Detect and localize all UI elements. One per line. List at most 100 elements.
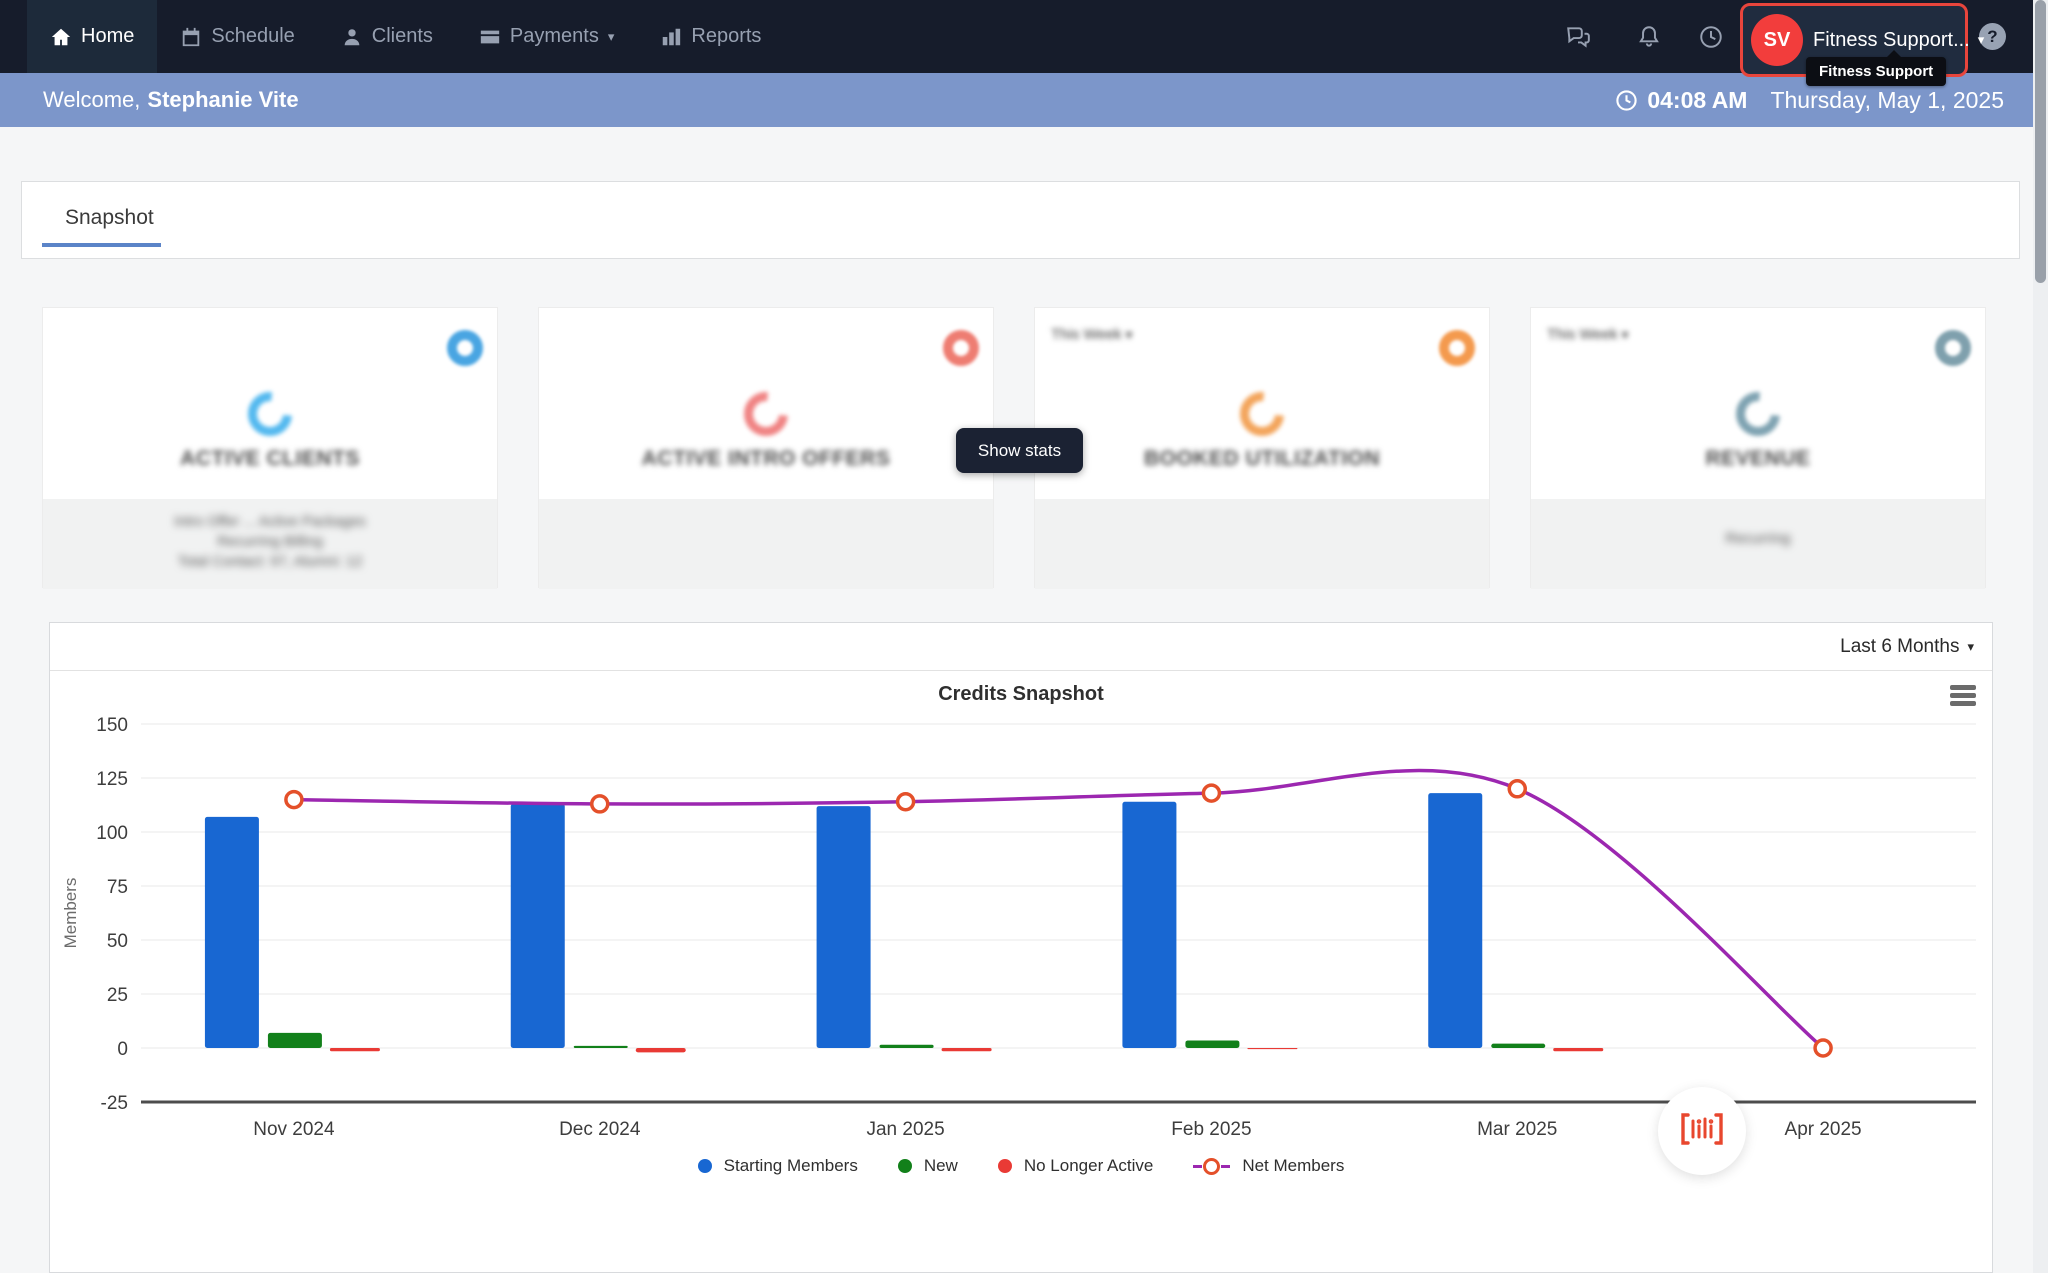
legend-label: No Longer Active	[1024, 1156, 1153, 1176]
bar-no-longer-active[interactable]	[636, 1048, 686, 1052]
bar-starting-members[interactable]	[817, 806, 871, 1048]
tab-strip: Snapshot	[21, 181, 2020, 259]
x-tick-label: Apr 2025	[1785, 1119, 1862, 1140]
loading-ring-icon	[1231, 383, 1293, 445]
active-tab-underline	[42, 243, 161, 247]
bar-new[interactable]	[268, 1033, 322, 1048]
card-footer: Intro Offer ... Active Packages Recurrin…	[43, 499, 497, 589]
top-nav-bar: Home Schedule Clients Payments ▾	[0, 0, 2048, 73]
nav-item-clients[interactable]: Clients	[318, 0, 456, 73]
current-date: Thursday, May 1, 2025	[1770, 87, 2004, 114]
card-title: REVENUE	[1531, 447, 1985, 471]
app-screen: Home Schedule Clients Payments ▾	[0, 0, 2048, 1273]
nav-item-payments[interactable]: Payments ▾	[456, 0, 637, 73]
nav-label: Home	[81, 25, 134, 48]
period-label: This Week	[1051, 326, 1122, 343]
y-tick-label: 125	[96, 769, 128, 790]
bar-new[interactable]	[574, 1046, 628, 1048]
legend-item-new[interactable]: New	[898, 1156, 958, 1176]
y-axis-label: Members	[61, 878, 80, 949]
bar-starting-members[interactable]	[205, 817, 259, 1048]
nav-label: Schedule	[211, 25, 294, 48]
loading-ring-icon	[735, 383, 797, 445]
main-nav: Home Schedule Clients Payments ▾	[27, 0, 784, 73]
nav-item-schedule[interactable]: Schedule	[157, 0, 317, 73]
tab-snapshot[interactable]: Snapshot	[65, 206, 154, 230]
period-select[interactable]: This Week ▾	[1051, 326, 1132, 343]
card-footer	[1035, 499, 1489, 589]
card-footer	[539, 499, 993, 589]
stat-card-active-clients[interactable]: ACTIVE CLIENTS Intro Offer ... Active Pa…	[42, 307, 498, 588]
x-tick-label: Dec 2024	[559, 1119, 641, 1140]
calendar-icon	[180, 26, 202, 48]
legend-label: Starting Members	[724, 1156, 858, 1176]
welcome-text: Welcome, Stephanie Vite	[43, 73, 299, 127]
legend-label: Net Members	[1242, 1156, 1344, 1176]
stat-card-active-intro-offers[interactable]: ACTIVE INTRO OFFERS	[538, 307, 994, 588]
period-label: This Week	[1547, 326, 1618, 343]
avatar[interactable]: SV	[1751, 14, 1803, 66]
net-members-marker[interactable]	[1509, 781, 1525, 797]
card-footer-line: Total Contact: 97, Alumni: 12	[43, 552, 497, 572]
loading-ring-icon	[239, 383, 301, 445]
legend-item-net-members[interactable]: Net Members	[1193, 1156, 1344, 1176]
loading-ring-icon	[1727, 383, 1789, 445]
user-menu-tooltip: Fitness Support	[1806, 57, 1946, 86]
bar-starting-members[interactable]	[1122, 802, 1176, 1048]
bar-no-longer-active[interactable]	[1553, 1048, 1603, 1051]
net-members-marker[interactable]	[1203, 785, 1219, 801]
y-tick-label: 100	[96, 823, 128, 844]
legend-dot-icon	[898, 1159, 912, 1173]
nav-label: Clients	[372, 25, 433, 48]
home-icon	[50, 26, 72, 48]
credits-snapshot-panel: Last 6 Months ▾ Credits Snapshot 1501251…	[49, 622, 1993, 1273]
bar-starting-members[interactable]	[1428, 793, 1482, 1048]
legend-item-no-longer-active[interactable]: No Longer Active	[998, 1156, 1153, 1176]
y-tick-label: 75	[107, 877, 128, 898]
brand-loading-badge	[1658, 1087, 1746, 1175]
bar-new[interactable]	[1491, 1044, 1545, 1048]
stat-card-booked-utilization[interactable]: This Week ▾ BOOKED UTILIZATION	[1034, 307, 1490, 588]
chat-icon[interactable]	[1565, 24, 1591, 50]
y-tick-label: -25	[101, 1093, 128, 1114]
show-stats-button[interactable]: Show stats	[956, 428, 1083, 473]
card-footer-line: Recurring Billing	[43, 532, 497, 552]
stat-card-revenue[interactable]: This Week ▾ REVENUE Recurring	[1530, 307, 1986, 588]
bar-new[interactable]	[1185, 1040, 1239, 1048]
legend-item-starting-members[interactable]: Starting Members	[698, 1156, 858, 1176]
net-members-marker[interactable]	[1815, 1040, 1831, 1056]
welcome-bar: Welcome, Stephanie Vite 04:08 AM Thursda…	[0, 73, 2048, 127]
vertical-scrollbar-thumb[interactable]	[2035, 0, 2046, 283]
chevron-down-icon: ▾	[1126, 327, 1133, 342]
barcode-logo-icon	[1679, 1109, 1725, 1154]
bell-icon[interactable]	[1636, 24, 1662, 50]
bar-no-longer-active[interactable]	[942, 1048, 992, 1051]
y-tick-label: 150	[96, 715, 128, 736]
person-icon	[341, 26, 363, 48]
chevron-down-icon: ▾	[608, 30, 615, 43]
bar-no-longer-active[interactable]	[1247, 1048, 1297, 1049]
legend-label: New	[924, 1156, 958, 1176]
x-tick-label: Nov 2024	[253, 1119, 335, 1140]
card-title: BOOKED UTILIZATION	[1035, 447, 1489, 471]
nav-item-home[interactable]: Home	[27, 0, 157, 73]
net-members-marker[interactable]	[898, 794, 914, 810]
legend-dot-icon	[998, 1159, 1012, 1173]
clock-icon[interactable]	[1698, 24, 1724, 50]
nav-item-reports[interactable]: Reports	[637, 0, 784, 73]
y-tick-label: 25	[107, 985, 128, 1006]
card-badge-icon	[447, 330, 483, 366]
period-select[interactable]: This Week ▾	[1547, 326, 1628, 343]
chevron-down-icon: ▾	[1978, 32, 1985, 48]
bar-new[interactable]	[880, 1045, 934, 1048]
legend-line-marker-icon	[1193, 1158, 1230, 1175]
net-members-marker[interactable]	[286, 792, 302, 808]
card-badge-icon	[1935, 330, 1971, 366]
card-badge-icon	[1439, 330, 1475, 366]
net-members-marker[interactable]	[592, 796, 608, 812]
card-footer-line: Intro Offer ... Active Packages	[43, 512, 497, 532]
bar-no-longer-active[interactable]	[330, 1048, 380, 1051]
bar-starting-members[interactable]	[511, 804, 565, 1048]
x-tick-label: Jan 2025	[866, 1119, 944, 1140]
card-title: ACTIVE CLIENTS	[43, 447, 497, 471]
